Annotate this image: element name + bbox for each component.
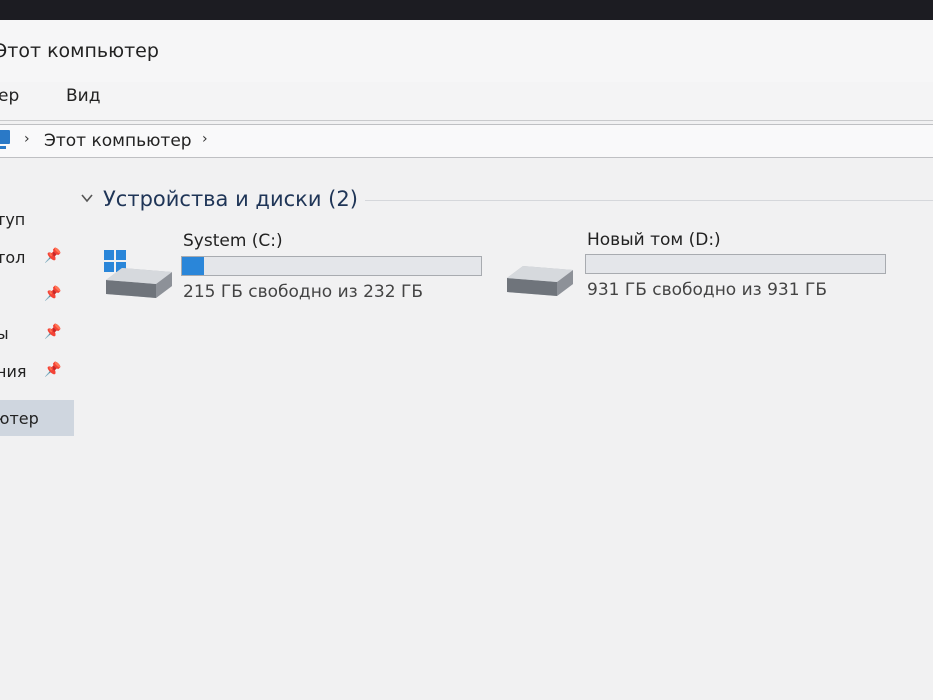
sidebar-item-pictures[interactable]: ния 📌: [0, 354, 74, 388]
pin-icon: 📌: [44, 362, 62, 378]
computer-icon: [0, 130, 10, 149]
sidebar-item-this-pc[interactable]: ютер: [0, 400, 74, 436]
group-title-devices[interactable]: Устройства и диски (2): [103, 187, 358, 211]
sidebar-item-desktop[interactable]: тол 📌: [0, 240, 74, 274]
sidebar-item-downloads[interactable]: 📌: [0, 278, 74, 312]
explorer-window: Этот компьютер ер Вид › Этот компьютер ›…: [0, 0, 933, 700]
sidebar-item-label: ы: [0, 324, 9, 343]
hdd-icon: [507, 266, 573, 296]
screen-bezel: [0, 0, 933, 20]
drive-usage-bar: [181, 256, 482, 276]
drive-usage-fill: [182, 257, 204, 275]
menu-tab-computer[interactable]: ер: [0, 86, 19, 106]
pin-icon: 📌: [44, 248, 62, 264]
drive-free-space: 215 ГБ свободно из 232 ГБ: [183, 282, 423, 302]
sidebar-item-label: туп: [0, 210, 26, 229]
pin-icon: 📌: [44, 286, 62, 302]
menu-tab-view[interactable]: Вид: [66, 86, 100, 106]
sidebar-item-documents[interactable]: ы 📌: [0, 316, 74, 350]
drive-free-space: 931 ГБ свободно из 931 ГБ: [587, 280, 827, 300]
group-divider: [365, 200, 933, 201]
sidebar-item-label: ютер: [0, 409, 39, 428]
breadcrumb-chevron-icon[interactable]: ›: [24, 131, 30, 147]
breadcrumb-chevron-icon[interactable]: ›: [202, 131, 208, 147]
sidebar-item-label: тол: [0, 248, 26, 267]
windows-hdd-icon: [104, 250, 172, 298]
drive-usage-bar: [585, 254, 886, 274]
drive-name: System (C:): [183, 231, 283, 251]
drive-name: Новый том (D:): [587, 230, 721, 250]
sidebar-item-quick-access[interactable]: туп: [0, 202, 74, 236]
sidebar-item-label: ния: [0, 362, 27, 381]
ribbon-tabs: [0, 82, 933, 121]
pin-icon: 📌: [44, 324, 62, 340]
window-title: Этот компьютер: [0, 40, 159, 62]
chevron-down-icon[interactable]: [80, 191, 94, 205]
breadcrumb-this-pc[interactable]: Этот компьютер: [44, 131, 192, 151]
